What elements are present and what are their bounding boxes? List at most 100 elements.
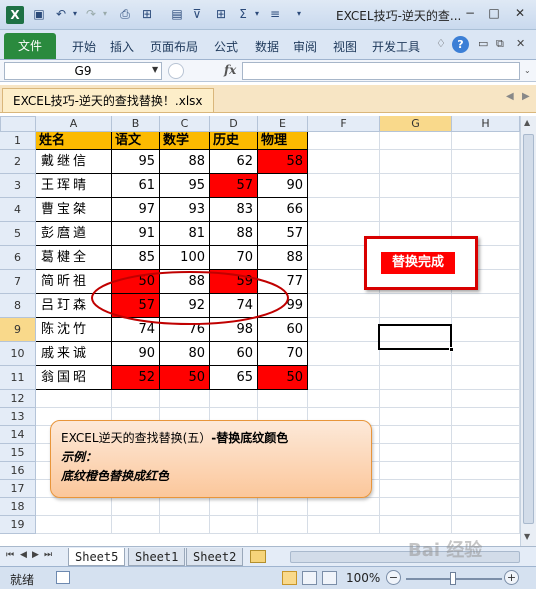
name-cell[interactable]: 王珲晴	[36, 174, 112, 198]
maximize-button[interactable]: □	[484, 4, 504, 22]
cell[interactable]	[380, 462, 452, 480]
cell[interactable]	[308, 390, 380, 408]
score-cell[interactable]: 88	[210, 222, 258, 246]
name-cell[interactable]: 戚来诚	[36, 342, 112, 366]
cell[interactable]	[210, 498, 258, 516]
score-cell[interactable]: 97	[112, 198, 160, 222]
cell[interactable]	[308, 516, 380, 534]
cell[interactable]	[210, 516, 258, 534]
page-break-view-icon[interactable]	[322, 571, 337, 585]
scroll-up-icon[interactable]: ▲	[524, 118, 530, 127]
tab-scroll-right-icon[interactable]: ▶	[522, 91, 530, 102]
row-header-3[interactable]: 3	[0, 174, 36, 198]
cell[interactable]	[308, 498, 380, 516]
row-header-7[interactable]: 7	[0, 270, 36, 294]
cell[interactable]	[112, 516, 160, 534]
score-cell[interactable]: 88	[160, 150, 210, 174]
tab-view[interactable]: 视图	[333, 38, 357, 55]
score-cell[interactable]: 57	[258, 222, 308, 246]
expand-formula-bar-icon[interactable]: ⌄	[524, 66, 531, 75]
zoom-slider-knob[interactable]	[450, 572, 456, 585]
tab-data[interactable]: 数据	[255, 38, 279, 55]
cell[interactable]	[258, 516, 308, 534]
row-header-13[interactable]: 13	[0, 408, 36, 426]
column-header-c[interactable]: C	[160, 116, 210, 132]
note-shape[interactable]: EXCEL逆天的查找替换(五）-替换底纹颜色 示例： 底纹橙色替换成红色	[50, 420, 372, 498]
column-header-f[interactable]: F	[308, 116, 380, 132]
cell[interactable]	[380, 480, 452, 498]
column-header-h[interactable]: H	[452, 116, 520, 132]
sheet-tab-sheet1[interactable]: Sheet1	[128, 548, 186, 566]
row-header-18[interactable]: 18	[0, 498, 36, 516]
name-cell[interactable]: 彭麿遒	[36, 222, 112, 246]
autosum-dropdown-icon[interactable]: ▾	[250, 7, 264, 21]
score-cell[interactable]: 83	[210, 198, 258, 222]
format-icon[interactable]: ⊞	[140, 7, 154, 21]
name-box-dropdown-icon[interactable]: ▼	[152, 65, 158, 74]
score-cell[interactable]: 100	[160, 246, 210, 270]
formula-input[interactable]	[242, 62, 520, 80]
row-header-1[interactable]: 1	[0, 132, 36, 150]
score-cell[interactable]: 88	[258, 246, 308, 270]
cell[interactable]	[452, 480, 520, 498]
next-sheet-icon[interactable]: ▶	[32, 550, 39, 560]
cell[interactable]	[380, 198, 452, 222]
tab-page-layout[interactable]: 页面布局	[150, 38, 198, 55]
row-header-19[interactable]: 19	[0, 516, 36, 534]
cell[interactable]	[380, 408, 452, 426]
cell[interactable]	[452, 318, 520, 342]
row-header-8[interactable]: 8	[0, 294, 36, 318]
row-header-10[interactable]: 10	[0, 342, 36, 366]
cell[interactable]	[380, 516, 452, 534]
zoom-out-button[interactable]: −	[386, 570, 401, 585]
tab-formulas[interactable]: 公式	[214, 38, 238, 55]
column-header-b[interactable]: B	[112, 116, 160, 132]
score-cell[interactable]: 62	[210, 150, 258, 174]
cell[interactable]	[452, 342, 520, 366]
score-cell[interactable]: 58	[258, 150, 308, 174]
cell[interactable]	[452, 198, 520, 222]
name-cell[interactable]: 葛楗全	[36, 246, 112, 270]
score-cell[interactable]: 95	[160, 174, 210, 198]
name-cell[interactable]: 翁国昭	[36, 366, 112, 390]
cell[interactable]	[452, 132, 520, 150]
excel-app-icon[interactable]: X	[6, 6, 24, 24]
cell[interactable]	[36, 498, 112, 516]
cell[interactable]	[160, 498, 210, 516]
tab-file[interactable]: 文件	[4, 33, 56, 59]
cell[interactable]	[112, 390, 160, 408]
workbook-close-icon[interactable]: ✕	[516, 37, 525, 50]
prev-sheet-icon[interactable]: ◀	[20, 550, 27, 560]
customize-toolbar-icon[interactable]: ▾	[292, 7, 306, 21]
tab-scroll-left-icon[interactable]: ◀	[506, 91, 514, 102]
undo-dropdown-icon[interactable]: ▾	[68, 7, 82, 21]
score-cell[interactable]: 66	[258, 198, 308, 222]
table-header-cell[interactable]: 历史	[210, 132, 258, 150]
row-header-15[interactable]: 15	[0, 444, 36, 462]
score-cell[interactable]: 95	[112, 150, 160, 174]
cell[interactable]	[308, 198, 380, 222]
cell[interactable]	[112, 498, 160, 516]
row-header-11[interactable]: 11	[0, 366, 36, 390]
score-cell[interactable]: 81	[160, 222, 210, 246]
help-icon[interactable]: ?	[452, 36, 469, 53]
vertical-scroll-thumb[interactable]	[523, 134, 534, 524]
column-header-e[interactable]: E	[258, 116, 308, 132]
cell[interactable]	[452, 516, 520, 534]
cell[interactable]	[258, 498, 308, 516]
cell[interactable]	[452, 390, 520, 408]
cell[interactable]	[36, 516, 112, 534]
cell[interactable]	[452, 294, 520, 318]
active-cell-g9[interactable]	[378, 324, 452, 350]
table-header-cell[interactable]: 物理	[258, 132, 308, 150]
borders-icon[interactable]: ⊞	[214, 7, 228, 21]
score-cell[interactable]: 57	[210, 174, 258, 198]
macro-record-icon[interactable]	[56, 571, 70, 584]
score-cell[interactable]: 50	[160, 366, 210, 390]
fill-handle[interactable]	[449, 347, 454, 352]
score-cell[interactable]: 93	[160, 198, 210, 222]
filter-icon[interactable]: ⊽	[190, 7, 204, 21]
print-preview-icon[interactable]: ⎙	[118, 7, 132, 21]
tab-home[interactable]: 开始	[72, 38, 96, 55]
autosum-icon[interactable]: Σ	[236, 7, 250, 21]
